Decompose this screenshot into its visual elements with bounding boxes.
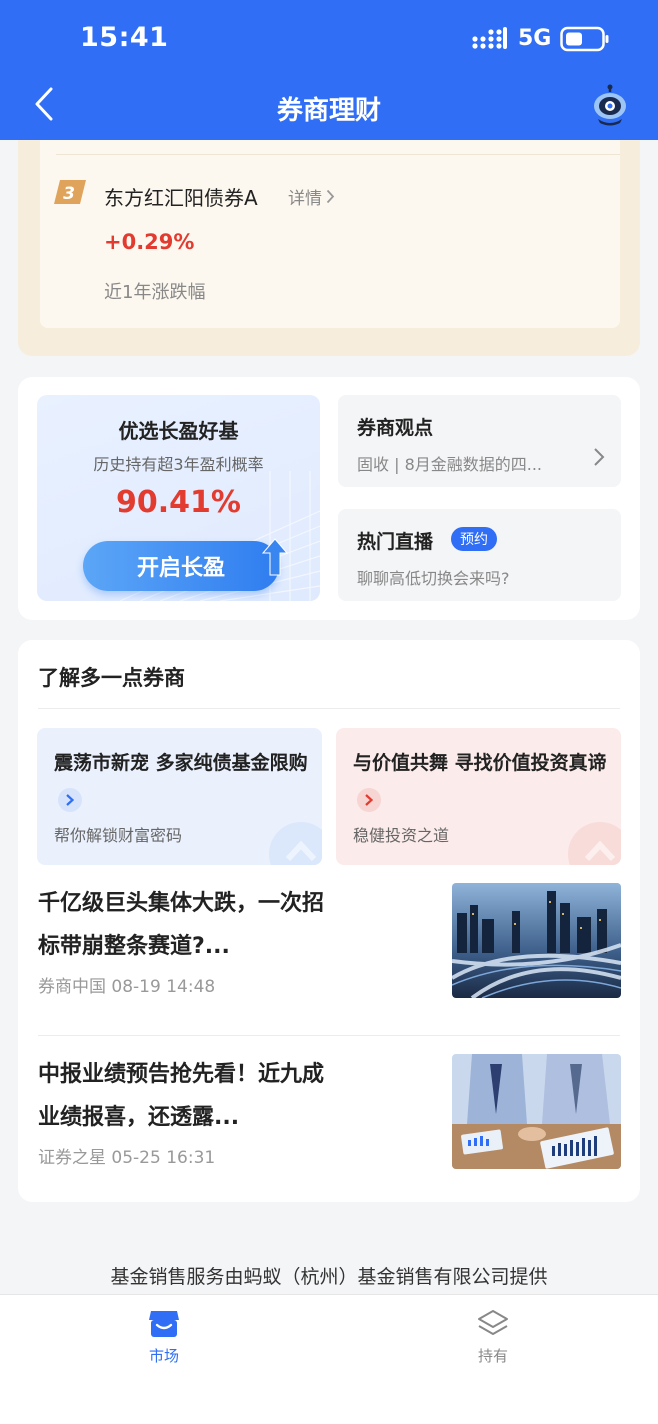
promo-rate: 90.41% xyxy=(116,485,241,520)
topic-card[interactable]: 与价值共舞 寻找价值投资真谛 稳健投资之道 xyxy=(336,728,621,865)
chevron-right-icon xyxy=(357,788,381,812)
section-title: 了解多一点券商 xyxy=(38,666,185,690)
topic-desc: 帮你解锁财富密码 xyxy=(54,826,183,845)
chevron-right-icon xyxy=(594,448,605,466)
store-icon xyxy=(149,1311,179,1337)
bottom-tab-bar: 市场 持有 xyxy=(0,1294,658,1424)
page-title: 券商理财 xyxy=(276,96,381,126)
nav-bar: 券商理财 xyxy=(0,70,658,140)
news-source: 券商中国 xyxy=(38,977,106,997)
chevron-right-icon xyxy=(58,788,82,812)
broker-view-title: 券商观点 xyxy=(357,417,434,439)
tab-label: 市场 xyxy=(148,1347,179,1365)
divider xyxy=(38,708,620,709)
topic-title: 与价值共舞 寻找价值投资真谛 xyxy=(353,746,608,814)
divider xyxy=(56,154,620,155)
news-time: 05-25 16:31 xyxy=(111,1148,216,1168)
fund-detail-link[interactable]: 详情 xyxy=(288,184,335,209)
topic-desc: 稳健投资之道 xyxy=(353,826,450,845)
fund-detail-label: 详情 xyxy=(288,189,322,209)
network-label: 5G xyxy=(518,26,552,51)
topic-card[interactable]: 震荡市新宠 多家纯债基金限购 帮你解锁财富密码 xyxy=(37,728,322,865)
robot-assistant-icon xyxy=(594,84,626,126)
news-meta: 证券之星 05-25 16:31 xyxy=(38,1143,215,1168)
chevron-right-icon xyxy=(326,189,335,204)
fund-return-label: 近1年涨跌幅 xyxy=(104,282,206,303)
divider xyxy=(38,1035,620,1036)
long-term-promo[interactable]: 优选长盈好基 历史持有超3年盈利概率 90.41% 开启长盈 xyxy=(37,395,320,601)
start-long-term-button[interactable]: 开启长盈 xyxy=(83,538,289,591)
layers-icon xyxy=(478,1310,508,1335)
promo-subtitle: 历史持有超3年盈利概率 xyxy=(93,455,264,474)
live-title: 热门直播 xyxy=(357,531,434,553)
news-title: 千亿级巨头集体大跌，一次招标带崩整条赛道?... xyxy=(38,891,325,959)
signal-icon xyxy=(472,27,507,49)
rank-badge: 3 xyxy=(54,180,86,204)
tab-holdings[interactable]: 持有 xyxy=(453,1309,533,1369)
promo-title: 优选长盈好基 xyxy=(118,419,239,443)
decorative-badge-icon xyxy=(269,822,322,865)
broker-view-entry[interactable]: 券商观点 固收 | 8月金融数据的四... xyxy=(338,395,621,487)
news-source: 证券之星 xyxy=(38,1148,106,1168)
live-stream-entry[interactable]: 热门直播 预约 聊聊高低切换会来吗? xyxy=(338,509,621,601)
news-thumbnail-business xyxy=(452,1054,621,1169)
tab-label: 持有 xyxy=(477,1347,508,1365)
broker-view-desc: 固收 | 8月金融数据的四... xyxy=(357,455,543,474)
battery-icon xyxy=(560,26,609,52)
topic-title: 震荡市新宠 多家纯债基金限购 xyxy=(54,746,309,814)
news-title: 中报业绩预告抢先看！近九成业绩报喜，还透露... xyxy=(38,1062,325,1130)
news-item[interactable]: 千亿级巨头集体大跌，一次招标带崩整条赛道?... 券商中国 08-19 14:4… xyxy=(38,882,621,1012)
news-time: 08-19 14:48 xyxy=(111,977,216,997)
feature-card: 优选长盈好基 历史持有超3年盈利概率 90.41% 开启长盈 券商观点 固收 |… xyxy=(18,377,640,620)
decorative-badge-icon xyxy=(568,822,621,865)
news-thumbnail-city xyxy=(452,883,621,998)
status-bar: 15:41 5G xyxy=(0,0,658,70)
status-time: 15:41 xyxy=(80,22,169,53)
live-desc: 聊聊高低切换会来吗? xyxy=(357,569,510,588)
fund-return-value: +0.29% xyxy=(104,230,195,254)
news-item[interactable]: 中报业绩预告抢先看！近九成业绩报喜，还透露... 证券之星 05-25 16:3… xyxy=(38,1053,621,1183)
arrow-up-icon xyxy=(261,538,289,576)
news-meta: 券商中国 08-19 14:48 xyxy=(38,972,215,997)
fund-rank-item[interactable]: 3 东方红汇阳债券A 详情 +0.29% 近1年涨跌幅 xyxy=(40,140,620,328)
fund-name: 东方红汇阳债券A xyxy=(104,186,258,210)
assistant-button[interactable] xyxy=(590,84,630,126)
learn-more-card: 了解多一点券商 震荡市新宠 多家纯债基金限购 帮你解锁财富密码 与价值共舞 寻找… xyxy=(18,640,640,1202)
service-disclaimer: 基金销售服务由蚂蚁（杭州）基金销售有限公司提供 xyxy=(110,1266,548,1288)
tab-market[interactable]: 市场 xyxy=(124,1309,204,1369)
promo-button-label: 开启长盈 xyxy=(136,556,225,581)
svg-text:3: 3 xyxy=(63,184,75,204)
reserve-badge[interactable]: 预约 xyxy=(451,527,497,551)
app-header: 15:41 5G 券商理财 xyxy=(0,0,658,140)
fund-rank-card: 3 东方红汇阳债券A 详情 +0.29% 近1年涨跌幅 xyxy=(18,140,640,356)
